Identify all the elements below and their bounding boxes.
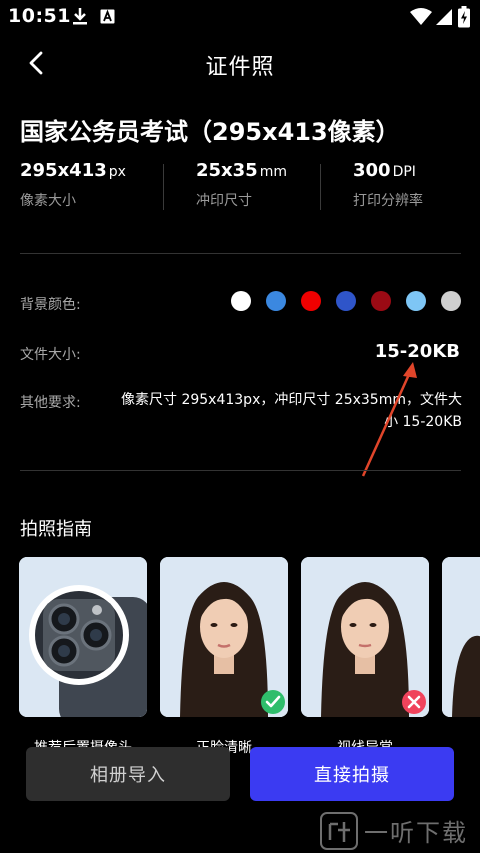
signal-icon [436, 9, 452, 25]
color-swatch-blue[interactable] [266, 291, 286, 311]
background-color-options [216, 291, 461, 311]
spec-unit: px [108, 164, 126, 180]
shoot-button[interactable]: 直接拍摄 [250, 747, 454, 801]
divider [320, 164, 321, 210]
watermark-text: 一听下载 [364, 819, 468, 847]
spec-title: 国家公务员考试（295x413像素） [20, 118, 400, 146]
file-size-label: 文件大小: [20, 347, 81, 363]
background-color-label: 背景颜色: [20, 297, 81, 313]
divider [20, 253, 461, 254]
status-bar: 10:51 [0, 0, 480, 34]
spec-dpi: 300 DPI 打印分辨率 [353, 160, 423, 210]
other-requirements-label: 其他要求: [20, 395, 81, 411]
color-swatch-gray[interactable] [441, 291, 461, 311]
annotation-arrow-icon [361, 362, 417, 477]
battery-charging-icon [458, 6, 470, 28]
guide-card-clear-face[interactable] [160, 557, 288, 717]
page-title: 证件照 [205, 55, 275, 80]
spec-unit: DPI [392, 164, 416, 180]
portrait-photo [301, 557, 429, 717]
spec-label: 冲印尺寸 [196, 193, 252, 209]
spec-print-size: 25x35 mm 冲印尺寸 [196, 160, 287, 210]
guide-card-rear-camera[interactable] [19, 557, 147, 717]
divider [20, 470, 461, 471]
portrait-photo [160, 557, 288, 717]
rear-camera-icon [19, 557, 147, 717]
color-swatch-white[interactable] [231, 291, 251, 311]
status-time: 10:51 [8, 5, 71, 27]
spec-label: 像素大小 [20, 193, 76, 209]
spec-value: 295x413 [20, 160, 107, 181]
color-swatch-light-blue[interactable] [406, 291, 426, 311]
download-icon [73, 8, 87, 25]
watermark-logo-icon [320, 811, 358, 850]
portrait-photo [442, 557, 480, 717]
color-swatch-dark-blue[interactable] [336, 291, 356, 311]
spec-value: 300 [353, 160, 391, 181]
keyboard-a-icon [100, 9, 115, 24]
spec-label: 打印分辨率 [353, 193, 423, 209]
spec-unit: mm [259, 164, 287, 180]
divider [163, 164, 164, 210]
guide-cards [19, 557, 480, 717]
guide-title: 拍照指南 [20, 519, 92, 540]
spec-pixel-size: 295x413 px 像素大小 [20, 160, 126, 210]
nav-bar: 证件照 [0, 40, 480, 86]
watermark: 一听下载 [320, 808, 480, 853]
guide-card-partial[interactable] [442, 557, 480, 717]
bottom-action-bar: 相册导入 直接拍摄 [0, 745, 480, 805]
wifi-icon [410, 8, 432, 25]
album-import-button[interactable]: 相册导入 [26, 747, 230, 801]
spec-value: 25x35 [196, 160, 258, 181]
color-swatch-red[interactable] [301, 291, 321, 311]
spec-summary: 295x413 px 像素大小 25x35 mm 冲印尺寸 300 DPI 打印分辨率 [0, 160, 480, 220]
guide-card-gaze-abnormal[interactable] [301, 557, 429, 717]
color-swatch-dark-red[interactable] [371, 291, 391, 311]
